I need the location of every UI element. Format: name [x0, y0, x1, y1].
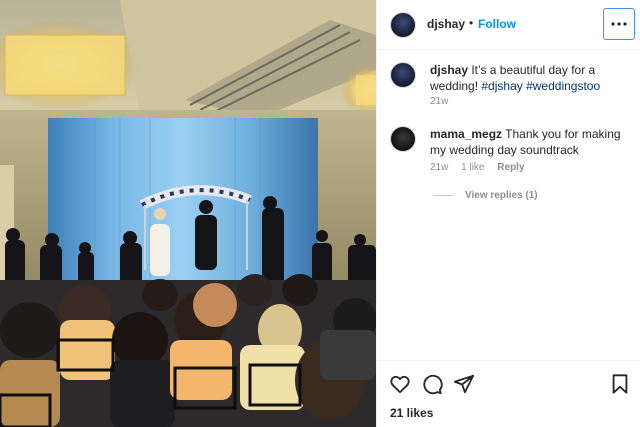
bookmark-icon[interactable]	[609, 373, 631, 395]
caption-username[interactable]: djshay	[430, 63, 468, 77]
caption-avatar[interactable]	[390, 62, 416, 88]
comment-text: mama_megz Thank you for making my weddin…	[430, 126, 635, 158]
hashtag-link[interactable]: #djshay	[481, 79, 522, 93]
more-horizontal-icon	[611, 22, 627, 26]
wedding-ceremony-image	[0, 0, 376, 427]
commenter-avatar[interactable]	[390, 126, 416, 152]
reply-button[interactable]: Reply	[497, 162, 524, 173]
follow-button[interactable]: Follow	[478, 17, 516, 31]
action-bar: 21 likes	[377, 360, 640, 427]
caption-timestamp: 21w	[430, 96, 449, 107]
heart-icon[interactable]	[389, 373, 411, 395]
share-icon[interactable]	[453, 373, 475, 395]
hashtag-link[interactable]: #weddingstoo	[526, 79, 600, 93]
comment-meta: 21w 1 like Reply	[430, 162, 535, 173]
view-replies-button[interactable]: View replies (1)	[433, 190, 538, 201]
comment-timestamp: 21w	[430, 162, 449, 173]
post-photo[interactable]	[0, 0, 376, 427]
caption-meta: 21w	[430, 96, 458, 107]
more-options-button[interactable]	[603, 8, 635, 40]
comment-likes[interactable]: 1 like	[461, 162, 484, 173]
post-panel: djshay • Follow djshay It’s a beautiful …	[376, 0, 640, 427]
separator-dot: •	[469, 16, 474, 30]
replies-divider	[433, 195, 453, 196]
post-header: djshay • Follow	[377, 0, 640, 50]
author-avatar[interactable]	[390, 12, 416, 38]
author-username[interactable]: djshay	[427, 17, 465, 31]
comment-username[interactable]: mama_megz	[430, 127, 502, 141]
view-replies-label: View replies (1)	[465, 190, 538, 201]
caption-text: djshay It’s a beautiful day for a weddin…	[430, 62, 635, 94]
likes-count[interactable]: 21 likes	[390, 406, 433, 420]
comment-icon[interactable]	[421, 373, 443, 395]
